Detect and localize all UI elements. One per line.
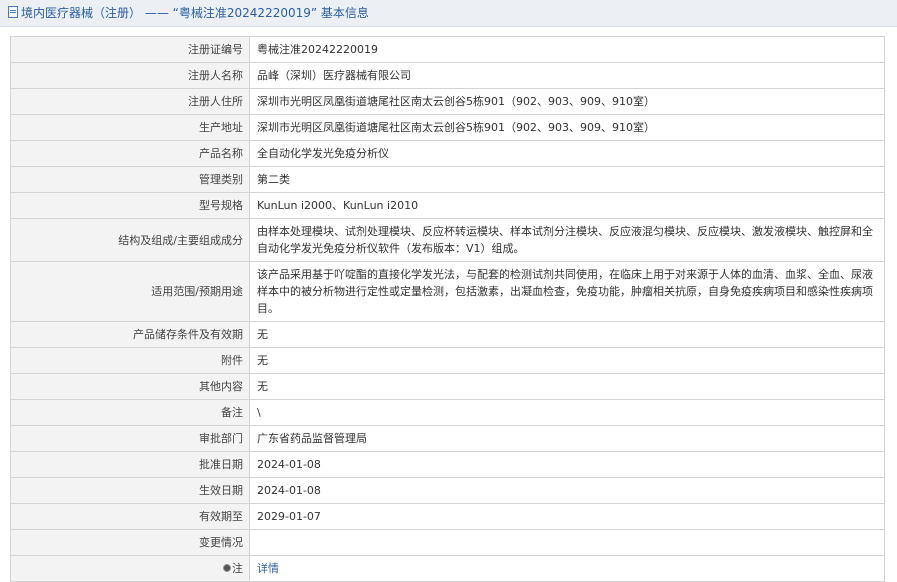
- table-row: 适用范围/预期用途 该产品采用基于吖啶酯的直接化学发光法，与配套的检测试剂共同使用…: [10, 261, 885, 322]
- row-value: 深圳市光明区凤凰街道塘尾社区南太云创谷5栋901（902、903、909、910…: [249, 88, 885, 115]
- row-label: 型号规格: [10, 192, 250, 219]
- row-value: 2029-01-07: [249, 503, 885, 530]
- note-label-cell: 注: [10, 555, 250, 582]
- table-row: 注 详情: [10, 555, 885, 582]
- row-value: \: [249, 399, 885, 426]
- table-row: 附件无: [10, 347, 885, 374]
- breadcrumb-separator: ——: [144, 6, 169, 20]
- row-value: 粤械注准20242220019: [249, 36, 885, 63]
- row-label: 批准日期: [10, 451, 250, 478]
- table-row: 生效日期 2024-01-08: [10, 477, 885, 504]
- row-label: 管理类别: [10, 166, 250, 193]
- row-label: 生产地址: [10, 114, 250, 141]
- document-icon: [8, 6, 18, 18]
- row-label: 注册证编号: [10, 36, 250, 63]
- table-row: 生产地址 深圳市光明区凤凰街道塘尾社区南太云创谷5栋901（902、903、909…: [10, 114, 885, 141]
- row-label: 适用范围/预期用途: [10, 261, 250, 322]
- row-label: 生效日期: [10, 477, 250, 504]
- table-row: 注册证编号 粤械注准20242220019: [10, 36, 885, 63]
- table-row: 管理类别 第二类: [10, 166, 885, 193]
- row-label: 注册人住所: [10, 88, 250, 115]
- row-value: 深圳市光明区凤凰街道塘尾社区南太云创谷5栋901（902、903、909、910…: [249, 114, 885, 141]
- table-row: 审批部门 广东省药品监督管理局: [10, 425, 885, 452]
- row-label: 注册人名称: [10, 62, 250, 89]
- row-label: 附件: [10, 347, 250, 374]
- table-row: 批准日期 2024-01-08: [10, 451, 885, 478]
- table-row: 变更情况: [10, 529, 885, 556]
- table-row: 有效期至 2029-01-07: [10, 503, 885, 530]
- table-row: 产品储存条件及有效期无: [10, 321, 885, 348]
- table-row: 型号规格 KunLun i2000、KunLun i2010: [10, 192, 885, 219]
- row-value: KunLun i2000、KunLun i2010: [249, 192, 885, 219]
- row-label: 结构及组成/主要组成成分: [10, 218, 250, 262]
- row-value: 全自动化学发光免疫分析仪: [249, 140, 885, 167]
- table-row: 结构及组成/主要组成成分 由样本处理模块、试剂处理模块、反应杯转运模块、样本试剂分…: [10, 218, 885, 262]
- row-label: 审批部门: [10, 425, 250, 452]
- breadcrumb: 境内医疗器械（注册）: [21, 6, 142, 20]
- page-header: 境内医疗器械（注册） —— “粤械注准20242220019” 基本信息: [0, 0, 897, 27]
- table-row: 其他内容无: [10, 373, 885, 400]
- row-label: 备注: [10, 399, 250, 426]
- table-row: 注册人住所 深圳市光明区凤凰街道塘尾社区南太云创谷5栋901（902、903、90…: [10, 88, 885, 115]
- row-value: 2024-01-08: [249, 451, 885, 478]
- row-label: 有效期至: [10, 503, 250, 530]
- page-title: “粤械注准20242220019” 基本信息: [172, 6, 369, 20]
- note-value-cell: 详情: [249, 555, 885, 582]
- row-label: 产品名称: [10, 140, 250, 167]
- row-label: 变更情况: [10, 529, 250, 556]
- row-value: 品峰（深圳）医疗器械有限公司: [249, 62, 885, 89]
- row-value: 第二类: [249, 166, 885, 193]
- row-value: 2024-01-08: [249, 477, 885, 504]
- table-row: 备注 \: [10, 399, 885, 426]
- row-value: [249, 529, 885, 556]
- table-row: 产品名称 全自动化学发光免疫分析仪: [10, 140, 885, 167]
- pin-icon: [224, 565, 230, 571]
- row-label: 产品储存条件及有效期: [10, 321, 250, 348]
- detail-table: 注册证编号 粤械注准20242220019 注册人名称 品峰（深圳）医疗器械有限公司注…: [10, 36, 885, 582]
- row-label: 其他内容: [10, 373, 250, 400]
- row-value: 无: [249, 321, 885, 348]
- row-value: 无: [249, 373, 885, 400]
- row-value: 广东省药品监督管理局: [249, 425, 885, 452]
- row-value: 该产品采用基于吖啶酯的直接化学发光法，与配套的检测试剂共同使用，在临床上用于对来…: [249, 261, 885, 322]
- row-value: 由样本处理模块、试剂处理模块、反应杯转运模块、样本试剂分注模块、反应液混匀模块、…: [249, 218, 885, 262]
- table-row: 注册人名称 品峰（深圳）医疗器械有限公司: [10, 62, 885, 89]
- row-value: 无: [249, 347, 885, 374]
- detail-table-body: 注册证编号 粤械注准20242220019 注册人名称 品峰（深圳）医疗器械有限公司注…: [10, 36, 885, 582]
